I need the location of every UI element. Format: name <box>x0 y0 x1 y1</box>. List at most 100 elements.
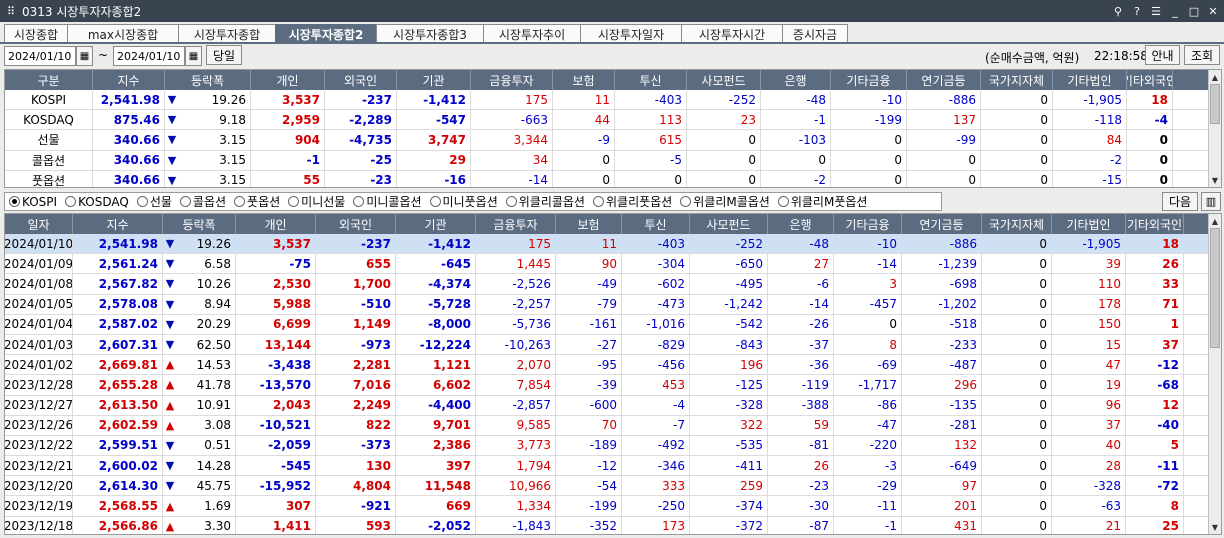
table-row[interactable]: 2024/01/09 2,561.24 ▼ 6.58 -75 655 -645 1,445 90… <box>5 254 1221 275</box>
column-header[interactable]: 국가지자체 <box>981 70 1053 90</box>
table-row[interactable]: 2024/01/10 2,541.98 ▼ 19.26 3,537 -237 -1,412 1… <box>5 234 1221 255</box>
column-header[interactable]: 사모펀드 <box>690 214 768 234</box>
column-header[interactable]: 보험 <box>553 70 615 90</box>
column-header[interactable]: 등락폭 <box>165 70 251 90</box>
tab-7[interactable]: 시장투자시간 <box>681 24 783 43</box>
column-header[interactable]: 외국인 <box>325 70 397 90</box>
maximize-icon[interactable]: □ <box>1186 5 1202 18</box>
radio-circle-icon[interactable] <box>680 196 692 207</box>
column-header[interactable]: 기타외국인 <box>1127 70 1173 90</box>
radio-option[interactable]: 풋옵션 <box>234 193 280 210</box>
query-button[interactable]: 조회 <box>1184 45 1220 65</box>
radio-option[interactable]: 선물 <box>136 193 172 210</box>
table-row[interactable]: 콜옵션 340.66 ▼ 3.15 -1 -25 29 34 0 -5 0 0 0 0 0 -2 0 <box>5 150 1221 171</box>
info-button[interactable]: 안내 <box>1145 45 1180 65</box>
radio-circle-icon[interactable] <box>65 196 77 207</box>
table-row[interactable]: 2024/01/02 2,669.81 ▲ 14.53 -3,438 2,281 1,121… <box>5 355 1221 376</box>
column-header[interactable]: 개인 <box>236 214 316 234</box>
radio-circle-icon[interactable] <box>429 196 441 207</box>
column-header[interactable]: 사모펀드 <box>687 70 761 90</box>
close-icon[interactable]: ✕ <box>1205 5 1221 18</box>
table-row[interactable]: 2024/01/08 2,567.82 ▼ 10.26 2,530 1,700 -4,374… <box>5 274 1221 295</box>
table-row[interactable]: KOSPI 2,541.98 ▼ 19.26 3,537 -237 -1,412 175 11-… <box>5 90 1221 111</box>
table-row[interactable]: 2023/12/19 2,568.55 ▲ 1.69 307 -921 669 1,334 -1… <box>5 496 1221 517</box>
column-header[interactable]: 기관 <box>397 70 471 90</box>
chart-icon[interactable]: ▥ <box>1201 192 1221 211</box>
column-header[interactable]: 등락폭 <box>163 214 236 234</box>
table-row[interactable]: 2023/12/26 2,602.59 ▲ 3.08 -10,521 822 9,701 9,… <box>5 415 1221 436</box>
tab-1[interactable]: max시장종합 <box>67 24 179 43</box>
table-row[interactable]: 2024/01/03 2,607.31 ▼ 62.50 13,144 -973 -12,22… <box>5 334 1221 356</box>
column-header[interactable]: 기타외국인 <box>1126 214 1184 234</box>
radio-circle-icon[interactable] <box>505 196 517 207</box>
tab-8[interactable]: 증시자금 <box>782 24 848 43</box>
radio-circle-icon[interactable] <box>777 196 789 207</box>
calendar-icon[interactable]: ▦ <box>185 46 202 66</box>
column-header[interactable]: 외국인 <box>316 214 396 234</box>
to-date-input[interactable]: 2024/01/10 <box>113 46 185 66</box>
today-button[interactable]: 당일 <box>206 45 242 65</box>
tab-0[interactable]: 시장종합 <box>4 24 68 43</box>
column-header[interactable]: 기타금융 <box>834 214 902 234</box>
column-header[interactable]: 보험 <box>556 214 622 234</box>
tab-5[interactable]: 시장투자추이 <box>483 24 581 43</box>
column-header[interactable]: 연기금등 <box>907 70 981 90</box>
table-row[interactable]: 2023/12/28 2,655.28 ▲ 41.78 -13,570 7,016 6,60… <box>5 375 1221 396</box>
minimize-icon[interactable]: _ <box>1167 5 1183 18</box>
scroll-up-icon[interactable]: ▲ <box>1209 215 1221 227</box>
table-row[interactable]: 2024/01/05 2,578.08 ▼ 8.94 5,988 -510 -5,728 -2… <box>5 294 1221 315</box>
radio-circle-icon[interactable] <box>179 196 191 207</box>
scroll-up-icon[interactable]: ▲ <box>1209 71 1221 83</box>
column-header[interactable]: 기관 <box>396 214 476 234</box>
table-row[interactable]: 2023/12/20 2,614.30 ▼ 45.75 -15,952 4,804 11,5… <box>5 476 1221 497</box>
radio-option[interactable]: 위클리풋옵션 <box>592 193 672 210</box>
radio-option[interactable]: 위클리M콜옵션 <box>680 193 770 210</box>
radio-option[interactable]: KOSPI <box>9 195 57 209</box>
table-row[interactable]: 2023/12/27 2,613.50 ▲ 10.91 2,043 2,249 -4,400… <box>5 395 1221 416</box>
menu-icon[interactable]: ☰ <box>1148 5 1164 18</box>
radio-circle-icon[interactable] <box>353 196 365 207</box>
column-header[interactable]: 기타법인 <box>1053 70 1127 90</box>
table-row[interactable]: 2023/12/18 2,566.86 ▲ 3.30 1,411 593 -2,052 -1,… <box>5 516 1221 534</box>
next-button[interactable]: 다음 <box>1162 192 1198 211</box>
scroll-thumb[interactable] <box>1210 228 1220 348</box>
from-date-input[interactable]: 2024/01/10 <box>4 46 76 66</box>
radio-option[interactable]: 미니선물 <box>288 193 345 210</box>
column-header[interactable]: 지수 <box>73 214 163 234</box>
radio-circle-icon[interactable] <box>234 196 246 207</box>
table-row[interactable]: 선물 340.66 ▼ 3.15 904 -4,735 3,747 3,344 -9 615 0 -1… <box>5 130 1221 151</box>
help-icon[interactable]: ? <box>1129 5 1145 18</box>
radio-circle-icon[interactable] <box>9 196 20 207</box>
column-header[interactable]: 개인 <box>251 70 325 90</box>
scroll-down-icon[interactable]: ▼ <box>1209 521 1221 533</box>
calendar-icon[interactable]: ▦ <box>76 46 93 66</box>
daily-scrollbar[interactable]: ▲ ▼ <box>1208 214 1221 534</box>
radio-circle-icon[interactable] <box>592 196 604 207</box>
radio-option[interactable]: 위클리M풋옵션 <box>777 193 867 210</box>
table-row[interactable]: 2023/12/22 2,599.51 ▼ 0.51 -2,059 -373 2,386 3,… <box>5 435 1221 457</box>
column-header[interactable]: 구분 <box>5 70 93 90</box>
column-header[interactable]: 금융투자 <box>471 70 553 90</box>
column-header[interactable]: 국가지자체 <box>982 214 1052 234</box>
tab-2[interactable]: 시장투자종합 <box>178 24 276 43</box>
column-header[interactable]: 은행 <box>768 214 834 234</box>
tab-4[interactable]: 시장투자종합3 <box>376 24 484 43</box>
summary-scrollbar[interactable]: ▲ ▼ <box>1208 70 1221 187</box>
column-header[interactable]: 투신 <box>615 70 687 90</box>
column-header[interactable]: 일자 <box>5 214 73 234</box>
table-row[interactable]: 2023/12/21 2,600.02 ▼ 14.28 -545 130 397 1,794-… <box>5 456 1221 477</box>
tab-3[interactable]: 시장투자종합2 <box>275 24 377 43</box>
scroll-thumb[interactable] <box>1210 84 1220 124</box>
column-header[interactable]: 연기금등 <box>902 214 982 234</box>
table-row[interactable]: 2024/01/04 2,587.02 ▼ 20.29 6,699 1,149 -8,000… <box>5 314 1221 335</box>
radio-option[interactable]: 미니풋옵션 <box>429 193 498 210</box>
column-header[interactable]: 은행 <box>761 70 831 90</box>
table-row[interactable]: 풋옵션 340.66 ▼ 3.15 55 -23 -16 -14 0 0 0 -2 0 0 0 -15 0 <box>5 170 1221 187</box>
radio-option[interactable]: KOSDAQ <box>65 195 129 209</box>
radio-option[interactable]: 위클리콜옵션 <box>505 193 585 210</box>
column-header[interactable]: 금융투자 <box>476 214 556 234</box>
table-row[interactable]: KOSDAQ 875.46 ▼ 9.18 2,959 -2,289 -547 -663 44 11… <box>5 110 1221 131</box>
column-header[interactable]: 기타법인 <box>1052 214 1126 234</box>
scroll-down-icon[interactable]: ▼ <box>1209 174 1221 186</box>
column-header[interactable]: 투신 <box>622 214 690 234</box>
